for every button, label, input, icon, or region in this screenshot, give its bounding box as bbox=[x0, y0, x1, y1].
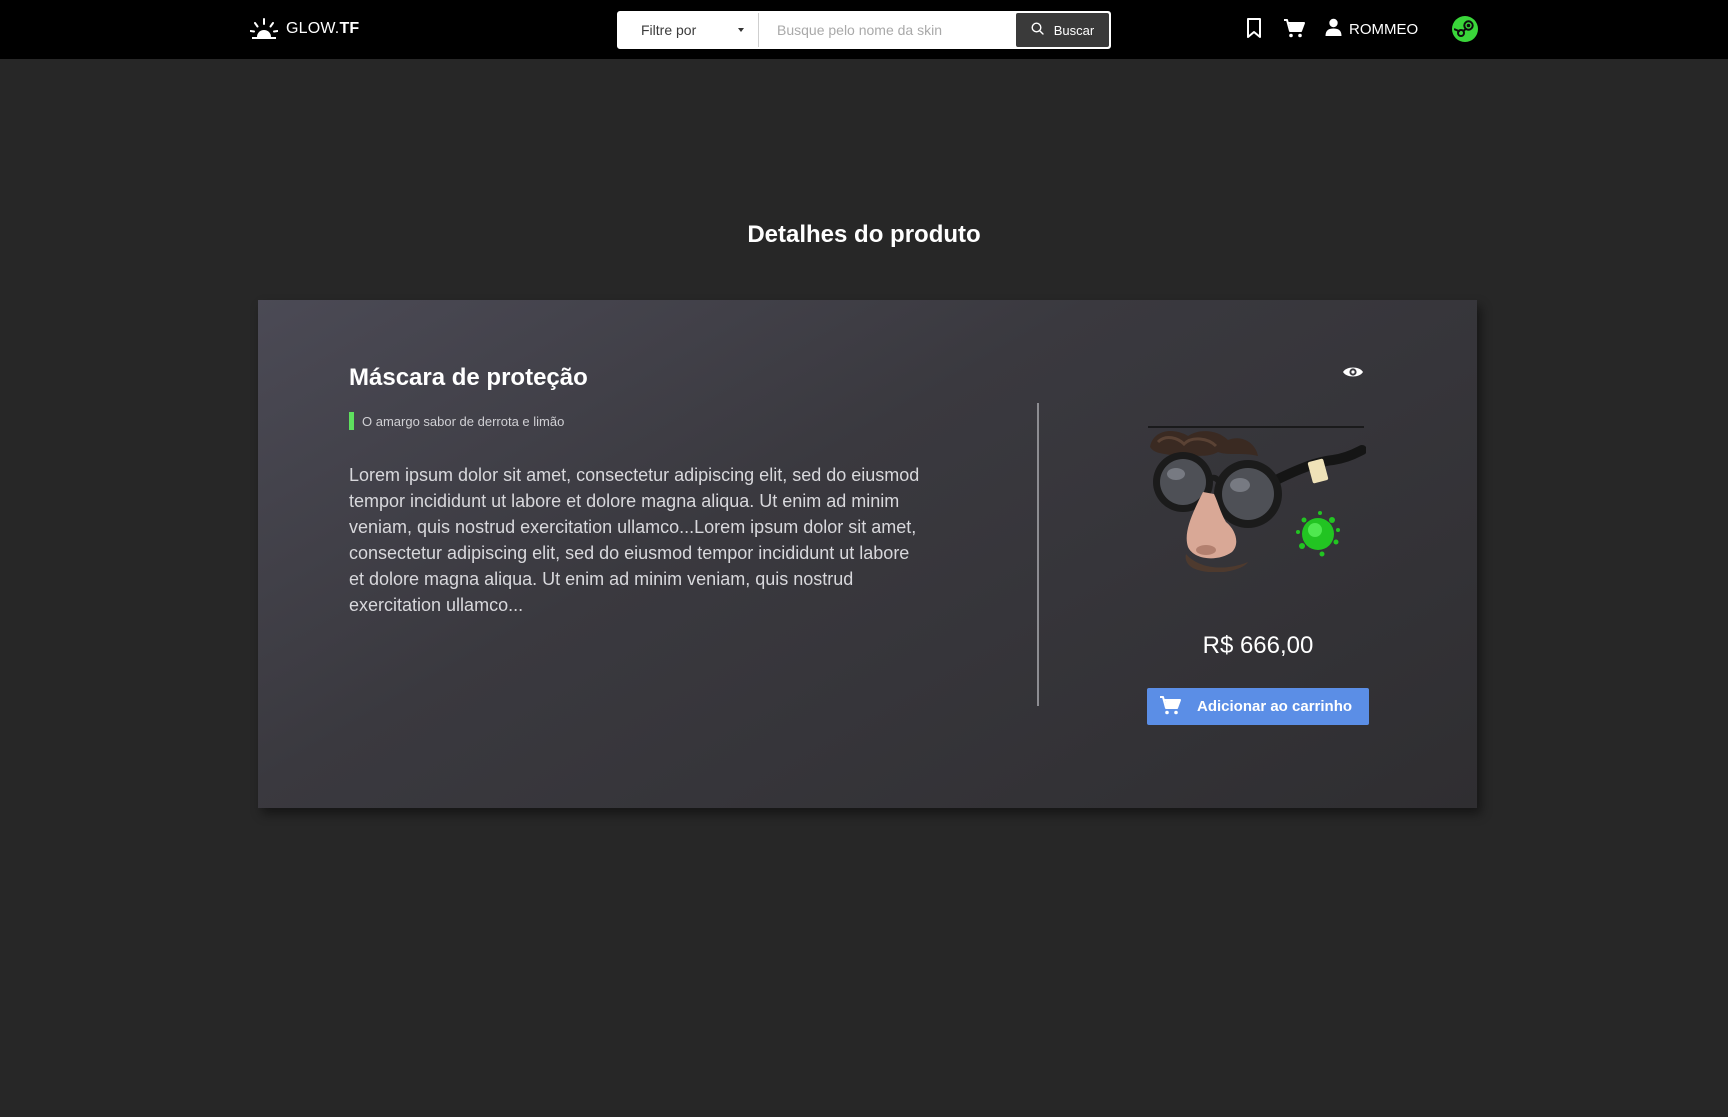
top-navbar: GLOW.TF Filtre por Buscar bbox=[0, 0, 1728, 59]
filter-dropdown[interactable]: Filtre por bbox=[619, 13, 759, 47]
product-description: Lorem ipsum dolor sit amet, consectetur … bbox=[349, 465, 920, 615]
bookmark-icon[interactable] bbox=[1245, 18, 1263, 38]
steam-icon[interactable] bbox=[1452, 16, 1478, 42]
eye-icon[interactable] bbox=[1342, 365, 1364, 384]
product-image bbox=[1148, 422, 1367, 573]
brand-name: GLOW.TF bbox=[286, 20, 360, 37]
user-icon bbox=[1325, 18, 1342, 41]
product-tagline: O amargo sabor de derrota e limão bbox=[349, 412, 564, 430]
cart-icon[interactable] bbox=[1283, 18, 1305, 38]
caret-down-icon bbox=[738, 28, 744, 32]
add-to-cart-label: Adicionar ao carrinho bbox=[1197, 698, 1353, 715]
brand-logo[interactable]: GLOW.TF bbox=[250, 16, 359, 42]
cart-icon bbox=[1159, 695, 1181, 719]
search-bar: Filtre por Buscar bbox=[617, 11, 1111, 49]
product-price: R$ 666,00 bbox=[1202, 632, 1314, 659]
user-menu[interactable]: ROMMEO bbox=[1325, 18, 1418, 41]
search-icon bbox=[1031, 22, 1044, 38]
vertical-divider bbox=[1037, 403, 1039, 706]
filter-label: Filtre por bbox=[641, 22, 697, 38]
search-button-label: Buscar bbox=[1053, 22, 1095, 38]
tagline-text: O amargo sabor de derrota e limão bbox=[362, 413, 565, 429]
search-input[interactable] bbox=[759, 13, 1016, 47]
rarity-bar bbox=[349, 412, 354, 430]
add-to-cart-button[interactable]: Adicionar ao carrinho bbox=[1147, 688, 1369, 725]
page-title: Detalhes do produto bbox=[747, 221, 981, 248]
username: ROMMEO bbox=[1349, 21, 1419, 38]
product-details-card: Máscara de proteção O amargo sabor de de… bbox=[258, 300, 1477, 808]
product-name: Máscara de proteção bbox=[349, 364, 588, 391]
search-button[interactable]: Buscar bbox=[1016, 13, 1109, 47]
sun-logo-icon bbox=[250, 18, 278, 40]
